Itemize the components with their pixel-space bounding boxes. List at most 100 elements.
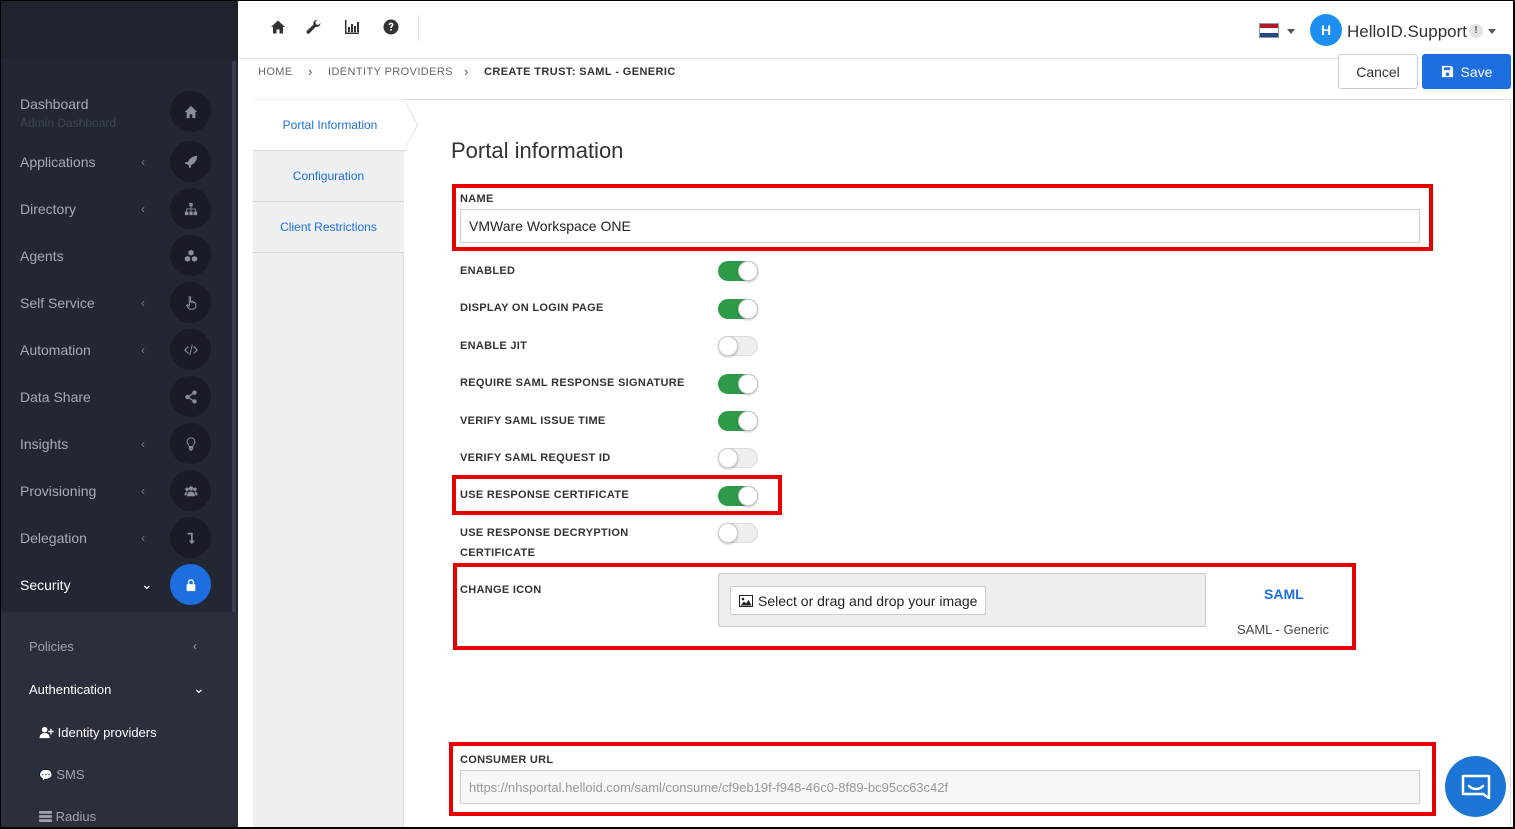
sidebar-item-label: Directory xyxy=(20,200,77,217)
sidebar-item-label: Agents xyxy=(20,247,64,264)
floppy-disk-icon xyxy=(1441,65,1453,78)
top-bar: H HelloID.Support ! xyxy=(238,0,1515,59)
comment-icon: 💬 xyxy=(39,770,53,782)
decryption-certificate-toggle[interactable] xyxy=(718,523,758,543)
tab-configuration[interactable]: Configuration xyxy=(253,151,404,202)
verify-issue-time-toggle[interactable] xyxy=(718,411,758,431)
sidebar-item-delegation[interactable]: Delegation ‹ xyxy=(1,514,231,561)
sidebar-item-label: Provisioning xyxy=(20,482,97,499)
language-flag-icon[interactable] xyxy=(1259,23,1279,38)
highlight-change-icon xyxy=(453,563,1356,650)
server-icon xyxy=(39,811,52,822)
sidebar-item-label: Data Share xyxy=(20,388,91,405)
subnav-item-policies[interactable]: Policies xyxy=(29,639,74,654)
sidebar-item-label: Self Service xyxy=(20,294,95,311)
verify-request-id-toggle[interactable] xyxy=(718,448,758,468)
sidebar-item-label: Automation xyxy=(20,341,91,358)
toolbar-divider xyxy=(418,15,419,41)
sidebar-item-provisioning[interactable]: Provisioning ‹ xyxy=(1,467,231,514)
user-menu[interactable]: HelloID.Support xyxy=(1347,22,1467,42)
sidebar-item-label: Insights xyxy=(20,435,69,452)
subnav-item-sms[interactable]: 💬 SMS xyxy=(39,767,85,782)
chevron-left-icon: ‹ xyxy=(141,530,145,545)
cubes-icon xyxy=(170,235,211,276)
chevron-left-icon: ‹ xyxy=(141,154,145,169)
subnav-item-label: Radius xyxy=(55,809,97,824)
toggle-knob xyxy=(718,448,738,468)
tab-portal-information[interactable]: Portal Information xyxy=(253,100,407,151)
toggle-knob xyxy=(738,374,758,394)
cancel-button[interactable]: Cancel xyxy=(1338,54,1418,89)
subnav-item-label: Identity providers xyxy=(57,725,157,740)
save-button[interactable]: Save xyxy=(1422,54,1511,89)
breadcrumb-home[interactable]: HOME xyxy=(258,66,293,78)
sidebar-item-applications[interactable]: Applications ‹ xyxy=(1,138,231,185)
chat-icon xyxy=(1461,774,1490,799)
chevron-left-icon: ‹ xyxy=(141,483,145,498)
sidebar-item-label: Applications xyxy=(20,153,96,170)
chat-launcher-button[interactable] xyxy=(1445,756,1506,817)
tab-client-restrictions[interactable]: Client Restrictions xyxy=(253,202,404,253)
home-icon[interactable] xyxy=(269,18,287,36)
subnav-item-authentication[interactable]: Authentication xyxy=(29,682,111,697)
sidebar-item-insights[interactable]: Insights ‹ xyxy=(1,420,231,467)
highlight-name xyxy=(452,184,1433,251)
sidebar-item-security[interactable]: Security ⌄ xyxy=(1,561,231,608)
share-icon xyxy=(170,376,211,417)
chevron-left-icon: ‹ xyxy=(141,295,145,310)
wrench-icon[interactable] xyxy=(305,18,323,36)
breadcrumb-identity-providers[interactable]: IDENTITY PROVIDERS xyxy=(328,66,453,78)
sitemap-icon xyxy=(170,188,211,229)
sidebar-item-agents[interactable]: Agents xyxy=(1,232,231,279)
chevron-down-icon: ⌄ xyxy=(193,680,205,696)
toggle-label-require-signature: REQUIRE SAML RESPONSE SIGNATURE xyxy=(460,377,685,389)
notification-badge[interactable]: ! xyxy=(1469,24,1483,38)
toggle-label-enable-jit: ENABLE JIT xyxy=(460,340,528,352)
avatar[interactable]: H xyxy=(1310,14,1342,46)
lock-icon xyxy=(170,564,211,605)
sidebar-item-self-service[interactable]: Self Service ‹ xyxy=(1,279,231,326)
active-tab-arrow-fill xyxy=(404,100,417,150)
chevron-left-icon: ‹ xyxy=(141,201,145,216)
chevron-left-icon: ‹ xyxy=(141,342,145,357)
question-circle-icon[interactable] xyxy=(382,18,400,36)
lightbulb-icon xyxy=(170,423,211,464)
toggle-label-decryption-certificate: USE RESPONSE DECRYPTION CERTIFICATE xyxy=(460,523,628,563)
breadcrumb-current: CREATE TRUST: SAML - GENERIC xyxy=(484,66,676,78)
user-menu-caret-icon[interactable] xyxy=(1488,29,1496,34)
subnav-item-label: SMS xyxy=(56,767,85,782)
bar-chart-icon[interactable] xyxy=(343,18,361,36)
security-subnav: Policies ‹ Authentication ⌄ Identity pro… xyxy=(1,612,238,828)
enabled-toggle[interactable] xyxy=(718,261,758,281)
sidebar-item-data-share[interactable]: Data Share xyxy=(1,373,231,420)
sidebar-item-automation[interactable]: Automation ‹ xyxy=(1,326,231,373)
toggle-knob xyxy=(738,411,758,431)
highlight-consumer-url xyxy=(449,742,1436,816)
sidebar-item-sublabel: Admin Dashboard xyxy=(20,116,117,130)
toggle-label-display-on-login: DISPLAY ON LOGIN PAGE xyxy=(460,302,604,314)
breadcrumb-separator-icon: › xyxy=(464,64,469,79)
chevron-left-icon: ‹ xyxy=(193,639,197,653)
sidebar-item-dashboard[interactable]: Dashboard Admin Dashboard xyxy=(1,88,231,135)
sidebar-item-label: Security xyxy=(20,576,71,593)
save-button-label: Save xyxy=(1460,63,1493,80)
sidebar-item-label: Delegation xyxy=(20,529,87,546)
sidebar-scrollbar[interactable] xyxy=(232,61,236,621)
chevron-down-icon: ⌄ xyxy=(141,576,153,592)
toggle-label-verify-request-id: VERIFY SAML REQUEST ID xyxy=(460,452,611,464)
sidebar-item-directory[interactable]: Directory ‹ xyxy=(1,185,231,232)
enable-jit-toggle[interactable] xyxy=(718,336,758,356)
breadcrumb-separator-icon: › xyxy=(308,64,313,79)
subnav-item-identity-providers[interactable]: Identity providers xyxy=(39,725,157,740)
chevron-left-icon: ‹ xyxy=(141,436,145,451)
toggle-knob xyxy=(718,336,738,356)
toggle-label-verify-issue-time: VERIFY SAML ISSUE TIME xyxy=(460,415,606,427)
language-caret-icon[interactable] xyxy=(1287,29,1295,34)
page-title: Portal information xyxy=(451,138,624,163)
require-signature-toggle[interactable] xyxy=(718,374,758,394)
display-on-login-toggle[interactable] xyxy=(718,299,758,319)
sidebar-item-label: Dashboard xyxy=(20,96,89,112)
toggle-label-line: CERTIFICATE xyxy=(460,547,536,559)
subnav-item-radius[interactable]: Radius xyxy=(39,809,96,824)
home-icon xyxy=(170,91,211,132)
